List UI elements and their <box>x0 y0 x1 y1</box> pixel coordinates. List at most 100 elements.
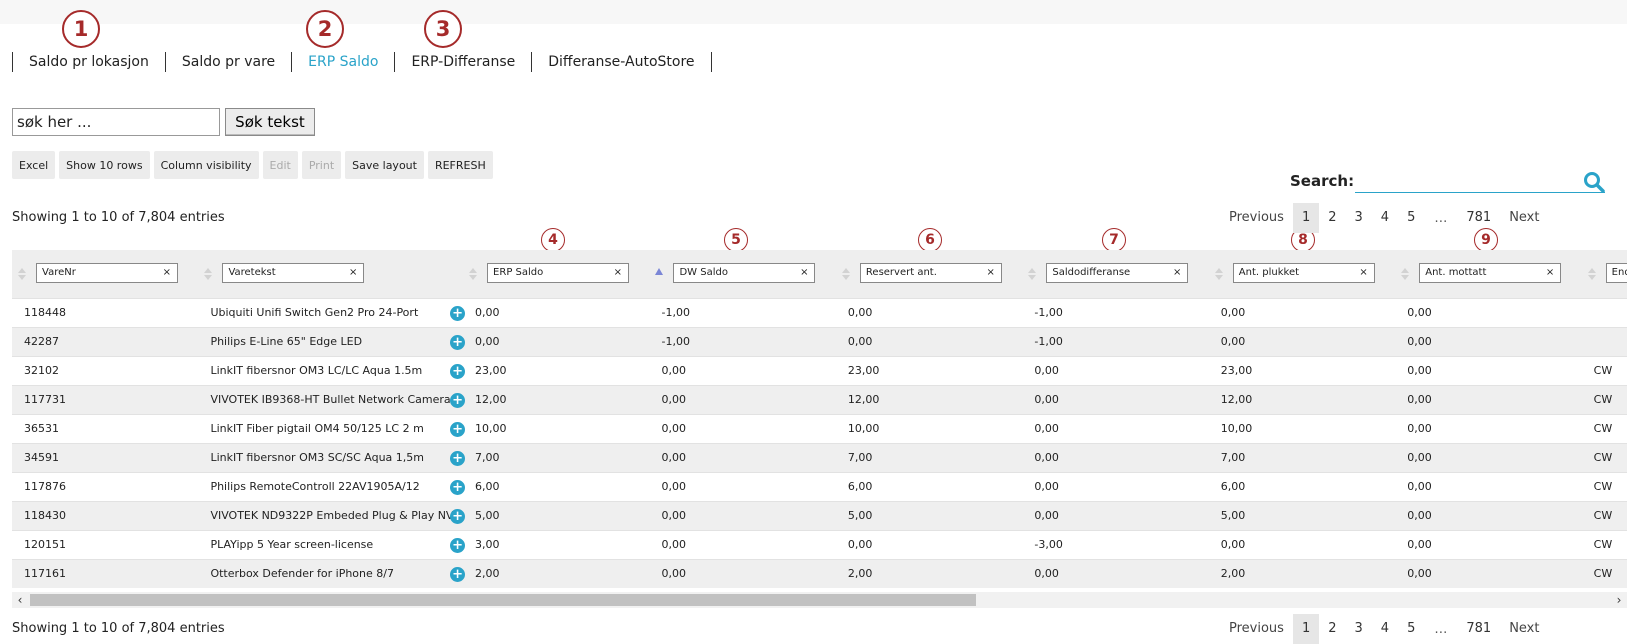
table-row[interactable]: 36531 LinkIT Fiber pigtail OM4 50/125 LC … <box>12 413 1627 443</box>
column-header[interactable]: Saldodifferanse × <box>1022 250 1209 298</box>
page-button[interactable]: 1 <box>1292 203 1320 233</box>
column-header[interactable]: Ant. mottatt × <box>1395 250 1582 298</box>
edit-button[interactable]: Edit <box>262 151 298 179</box>
search-text-button[interactable]: Søk tekst <box>225 108 315 136</box>
page-button[interactable]: 5 <box>1398 614 1424 644</box>
table-cell: VIVOTEK ND9322P Embeded Plug & Play NVR + <box>198 500 466 530</box>
column-header[interactable]: Reservert ant. × <box>835 250 1023 298</box>
table-row[interactable]: 118430 VIVOTEK ND9322P Embeded Plug & Pla… <box>12 500 1627 530</box>
plus-circle-icon[interactable]: + <box>450 537 466 553</box>
scroll-left-icon[interactable]: ‹ <box>12 592 28 608</box>
column-filter-input[interactable]: End× <box>1605 263 1627 283</box>
cell-value: 0,00 <box>1407 393 1432 406</box>
tab-saldo-pr-lokasjon[interactable]: Saldo pr lokasjon <box>13 51 165 73</box>
clear-filter-icon[interactable]: × <box>614 264 622 282</box>
column-filter-input[interactable]: VareNr × <box>36 263 178 283</box>
table-body: 118448 Ubiquiti Unifi Switch Gen2 Pro 24-… <box>12 297 1627 588</box>
last-page-button[interactable]: 781 <box>1457 614 1500 644</box>
clear-filter-icon[interactable]: × <box>163 264 171 282</box>
page-button[interactable]: 2 <box>1319 203 1345 233</box>
page-button[interactable]: 1 <box>1292 614 1320 644</box>
column-header[interactable]: VareNr × <box>12 250 199 298</box>
column-filter-input[interactable]: Varetekst × <box>222 263 365 283</box>
horizontal-scrollbar[interactable]: ‹ › <box>12 592 1627 608</box>
excel-button[interactable]: Excel <box>12 151 56 179</box>
clear-filter-icon[interactable]: × <box>349 264 357 282</box>
clear-filter-icon[interactable]: × <box>987 264 995 282</box>
search-icon[interactable] <box>1583 171 1605 193</box>
clear-filter-icon[interactable]: × <box>1173 264 1181 282</box>
column-filter-input[interactable]: Reservert ant. × <box>859 263 1002 283</box>
column-header[interactable]: ERP Saldo × <box>463 250 650 298</box>
table-row[interactable]: 117876 Philips RemoteControll 22AV1905A/1… <box>12 471 1627 501</box>
page-button[interactable]: 2 <box>1319 614 1345 644</box>
annotation-6: 6 <box>918 228 942 252</box>
next-page-button[interactable]: Next <box>1500 614 1548 644</box>
tab-differanse-autostore[interactable]: Differanse-AutoStore <box>532 51 710 73</box>
table-cell: Ubiquiti Unifi Switch Gen2 Pro 24-Port + <box>198 297 466 327</box>
column-filter-input[interactable]: Ant. plukket × <box>1232 263 1375 283</box>
column-visibility-button[interactable]: Column visibility <box>153 151 259 179</box>
cell-value: CW <box>1593 538 1613 551</box>
clear-filter-icon[interactable]: × <box>1359 264 1367 282</box>
table-row[interactable]: 118448 Ubiquiti Unifi Switch Gen2 Pro 24-… <box>12 297 1627 327</box>
search-input[interactable] <box>12 108 220 136</box>
table-cell: CW <box>1581 355 1627 385</box>
table-row[interactable]: 42287 Philips E-Line 65" Edge LED +0,00 -1,… <box>12 326 1627 356</box>
refresh-button[interactable]: REFRESH <box>427 151 493 179</box>
table-toolbar: Excel Show 10 rows Column visibility Edi… <box>12 151 493 179</box>
table-cell: 7,00 <box>1208 442 1396 472</box>
table-row[interactable]: 32102 LinkIT fibersnor OM3 LC/LC Aqua 1.5… <box>12 355 1627 385</box>
page-button[interactable]: 4 <box>1372 203 1398 233</box>
page-button[interactable]: 3 <box>1346 614 1372 644</box>
table-cell: 0,00 <box>1395 413 1582 443</box>
table-row[interactable]: 117161 Otterbox Defender for iPhone 8/7 +2… <box>12 558 1627 588</box>
plus-circle-icon[interactable]: + <box>450 450 466 466</box>
clear-filter-icon[interactable]: × <box>800 264 808 282</box>
save-layout-button[interactable]: Save layout <box>345 151 424 179</box>
table-row[interactable]: 34591 LinkIT fibersnor OM3 SC/SC Aqua 1,5… <box>12 442 1627 472</box>
column-header[interactable]: End× <box>1581 250 1627 298</box>
tab-saldo-pr-vare[interactable]: Saldo pr vare <box>166 51 291 73</box>
next-page-button[interactable]: Next <box>1500 203 1548 233</box>
plus-circle-icon[interactable]: + <box>450 479 466 495</box>
plus-circle-icon[interactable]: + <box>450 305 466 321</box>
table-row[interactable]: 117731 VIVOTEK IB9368-HT Bullet Network C… <box>12 384 1627 414</box>
cell-value: 0,00 <box>1407 451 1432 464</box>
column-header[interactable]: Ant. plukket × <box>1208 250 1396 298</box>
column-filter-input[interactable]: Ant. mottatt × <box>1419 263 1562 283</box>
scroll-right-icon[interactable]: › <box>1611 592 1627 608</box>
table-cell: 0,00 <box>1022 558 1209 588</box>
plus-circle-icon[interactable]: + <box>450 421 466 437</box>
plus-circle-icon[interactable]: + <box>450 392 466 408</box>
global-search-input[interactable] <box>1355 169 1605 193</box>
table-row[interactable]: 120151 PLAYipp 5 Year screen-license +3,00… <box>12 529 1627 559</box>
column-filter-input[interactable]: Saldodifferanse × <box>1046 263 1189 283</box>
column-header[interactable]: Varetekst × <box>198 250 464 298</box>
plus-circle-icon[interactable]: + <box>450 363 466 379</box>
print-button[interactable]: Print <box>301 151 342 179</box>
table-cell: -1,00 <box>1022 326 1209 356</box>
table-cell: 0,00 <box>649 384 836 414</box>
last-page-button[interactable]: 781 <box>1457 203 1500 233</box>
page-button[interactable]: 3 <box>1346 203 1372 233</box>
previous-page-button[interactable]: Previous <box>1220 203 1293 233</box>
column-filter-input[interactable]: DW Saldo × <box>673 263 816 283</box>
plus-circle-icon[interactable]: + <box>450 508 466 524</box>
plus-circle-icon[interactable]: + <box>450 334 466 350</box>
previous-page-button[interactable]: Previous <box>1220 614 1293 644</box>
tab-erp-differanse[interactable]: ERP-Differanse <box>395 51 531 73</box>
clear-filter-icon[interactable]: × <box>1546 264 1554 282</box>
cell-value: PLAYipp 5 Year screen-license <box>210 538 374 551</box>
column-filter-input[interactable]: ERP Saldo × <box>487 263 630 283</box>
tab-erp-saldo[interactable]: ERP Saldo <box>292 51 394 73</box>
show-rows-button[interactable]: Show 10 rows <box>59 151 150 179</box>
page-button[interactable]: 5 <box>1398 203 1424 233</box>
page-button[interactable]: 4 <box>1372 614 1398 644</box>
cell-value: LinkIT Fiber pigtail OM4 50/125 LC 2 m <box>210 422 424 435</box>
plus-circle-icon[interactable]: + <box>450 566 466 582</box>
scrollbar-thumb[interactable] <box>30 594 976 606</box>
top-band <box>0 0 1627 24</box>
column-header[interactable]: DW Saldo × <box>649 250 836 298</box>
cell-value: 2,00 <box>847 567 873 581</box>
